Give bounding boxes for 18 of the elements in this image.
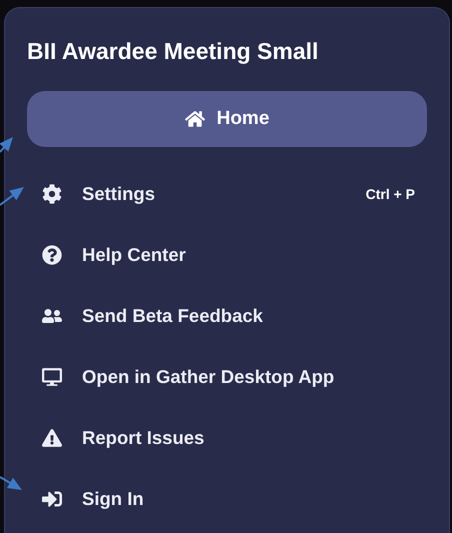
warning-icon bbox=[42, 428, 62, 448]
home-icon bbox=[184, 109, 205, 129]
shortcut-label: Ctrl + P bbox=[366, 186, 415, 202]
menu-item[interactable]: Open in Gather Desktop App bbox=[27, 346, 427, 407]
menu-item[interactable]: Sign In bbox=[27, 468, 427, 529]
monitor-icon bbox=[42, 366, 62, 386]
pointer-arrow bbox=[0, 187, 24, 206]
menu-item[interactable]: Send Beta Feedback bbox=[27, 285, 427, 346]
pointer-arrow bbox=[0, 137, 13, 153]
gear-icon bbox=[42, 184, 62, 204]
question-icon bbox=[42, 244, 62, 264]
sign-in-icon bbox=[42, 488, 62, 508]
menu-item[interactable]: Report Issues bbox=[27, 407, 427, 468]
space-title: BII Awardee Meeting Small bbox=[27, 37, 320, 65]
home-button[interactable]: Home bbox=[27, 91, 427, 147]
menu-item[interactable]: Settings Ctrl + P bbox=[27, 163, 427, 224]
pointer-arrow bbox=[0, 476, 22, 490]
menu-item[interactable]: Help Center bbox=[27, 224, 427, 285]
